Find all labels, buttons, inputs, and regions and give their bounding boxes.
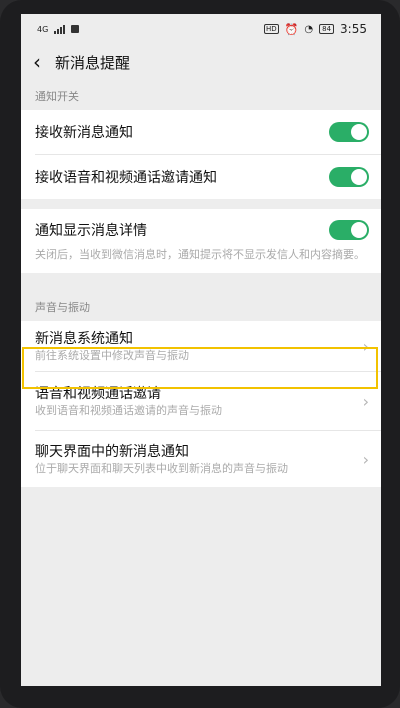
clock-time: 3:55 <box>340 22 367 36</box>
back-arrow-icon[interactable]: ‹ <box>33 52 41 72</box>
battery-icon: 84 <box>319 24 335 34</box>
nav-bar: ‹ 新消息提醒 <box>21 44 381 80</box>
chevron-right-icon: › <box>362 391 369 411</box>
chat-new-message-row[interactable]: 聊天界面中的新消息通知 位于聊天界面和聊天列表中收到新消息的声音与振动 › <box>21 431 381 487</box>
setting-label: 接收语音和视频通话邀请通知 <box>35 170 217 186</box>
signal-icon <box>54 24 66 34</box>
row-text: 语音和视频通话邀请 收到语音和视频通话邀请的声音与振动 <box>35 383 222 419</box>
call-invite-sound-row[interactable]: 语音和视频通话邀请 收到语音和视频通话邀请的声音与振动 › <box>21 372 381 430</box>
section-title-notifications: 通知开关 <box>35 90 79 103</box>
detail-card: 通知显示消息详情 关闭后，当收到微信消息时，通知提示将不显示发信人和内容摘要。 <box>21 209 381 273</box>
chevron-right-icon: › <box>362 449 369 469</box>
status-bar: 4G HD ⏰ ◔ 84 3:55 <box>21 14 381 44</box>
receive-call-invite-toggle[interactable] <box>329 167 369 187</box>
alarm-icon: ⏰ <box>284 22 299 36</box>
row-text: 聊天界面中的新消息通知 位于聊天界面和聊天列表中收到新消息的声音与振动 <box>35 441 288 477</box>
section-title-sound: 声音与振动 <box>35 301 90 314</box>
status-right: HD ⏰ ◔ 84 3:55 <box>264 22 367 36</box>
row-text: 新消息系统通知 前往系统设置中修改声音与振动 <box>35 328 189 364</box>
notifications-card: 接收新消息通知 接收语音和视频通话邀请通知 <box>21 110 381 199</box>
notification-square-icon <box>71 25 80 33</box>
show-details-row[interactable]: 通知显示消息详情 <box>21 217 381 243</box>
receive-call-invite-row[interactable]: 接收语音和视频通话邀请通知 <box>21 155 381 199</box>
row-title: 语音和视频通话邀请 <box>35 386 161 402</box>
wifi-icon: ◔ <box>304 23 314 35</box>
row-title: 新消息系统通知 <box>35 331 133 347</box>
screen: 4G HD ⏰ ◔ 84 3:55 ‹ 新消息提醒 通知开关 接收新消息通知 接… <box>21 14 381 686</box>
system-notification-row[interactable]: 新消息系统通知 前往系统设置中修改声音与振动 › <box>21 321 381 371</box>
row-title: 聊天界面中的新消息通知 <box>35 444 189 460</box>
row-subtitle: 前往系统设置中修改声音与振动 <box>35 349 189 362</box>
row-subtitle: 位于聊天界面和聊天列表中收到新消息的声音与振动 <box>35 462 288 475</box>
status-left: 4G <box>37 24 80 34</box>
receive-new-message-toggle[interactable] <box>329 122 369 142</box>
receive-new-message-row[interactable]: 接收新消息通知 <box>21 110 381 154</box>
sound-card: 新消息系统通知 前往系统设置中修改声音与振动 › 语音和视频通话邀请 收到语音和… <box>21 321 381 487</box>
setting-label: 通知显示消息详情 <box>35 223 147 239</box>
carrier-label: 4G <box>37 24 49 34</box>
phone-frame: 4G HD ⏰ ◔ 84 3:55 ‹ 新消息提醒 通知开关 接收新消息通知 接… <box>0 0 400 708</box>
setting-label: 接收新消息通知 <box>35 125 133 141</box>
show-details-toggle[interactable] <box>329 220 369 240</box>
page-title: 新消息提醒 <box>55 53 131 72</box>
row-subtitle: 收到语音和视频通话邀请的声音与振动 <box>35 404 222 417</box>
hd-icon: HD <box>264 24 279 34</box>
show-details-description: 关闭后，当收到微信消息时，通知提示将不显示发信人和内容摘要。 <box>35 248 365 261</box>
chevron-right-icon: › <box>362 336 369 356</box>
